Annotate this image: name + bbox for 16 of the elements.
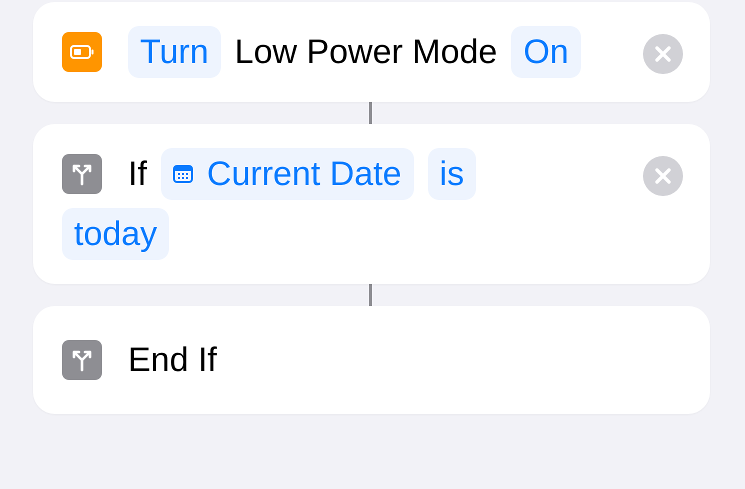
action-label: End If xyxy=(128,340,217,381)
battery-icon xyxy=(62,32,102,72)
branch-icon xyxy=(62,340,102,380)
branch-icon xyxy=(62,154,102,194)
action-label: Low Power Mode xyxy=(234,32,498,73)
close-button[interactable] xyxy=(643,156,683,196)
close-button[interactable] xyxy=(643,34,683,74)
parameter-token[interactable]: On xyxy=(511,26,581,78)
calendar-icon xyxy=(172,165,193,183)
connector-line xyxy=(368,102,372,124)
parameter-token[interactable]: Turn xyxy=(128,26,221,78)
parameter-token[interactable]: is xyxy=(428,148,476,200)
parameter-token[interactable]: today xyxy=(62,208,170,260)
action-label: If xyxy=(128,154,147,195)
parameter-token[interactable]: Current Date xyxy=(160,148,414,200)
connector-line xyxy=(368,284,372,306)
